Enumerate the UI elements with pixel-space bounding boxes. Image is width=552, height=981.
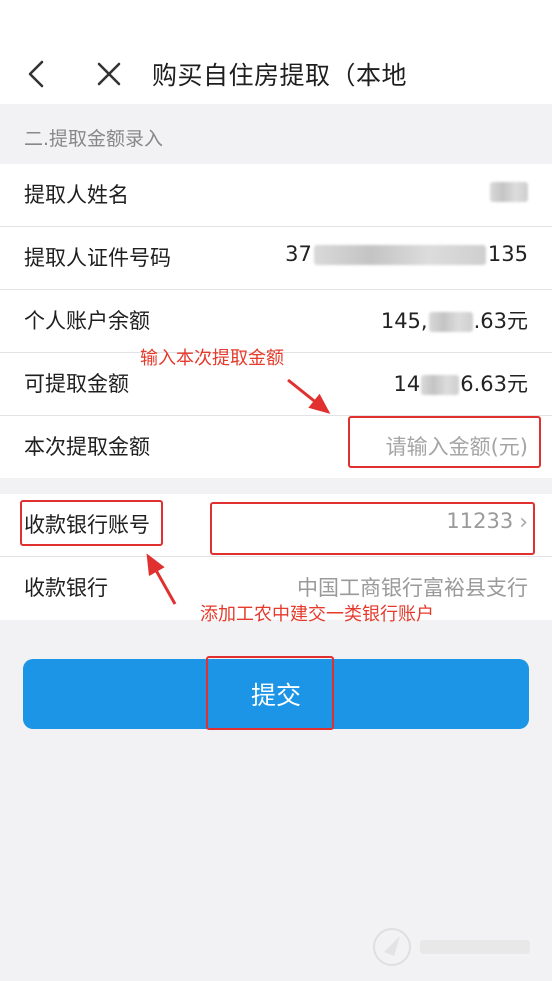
arrow-to-amount-input: [287, 378, 331, 414]
submit-button[interactable]: 提交: [23, 659, 529, 729]
annotation-arrows: [146, 378, 331, 605]
watermark-logo: [373, 928, 530, 966]
arrow-to-bank-label: [146, 553, 177, 605]
